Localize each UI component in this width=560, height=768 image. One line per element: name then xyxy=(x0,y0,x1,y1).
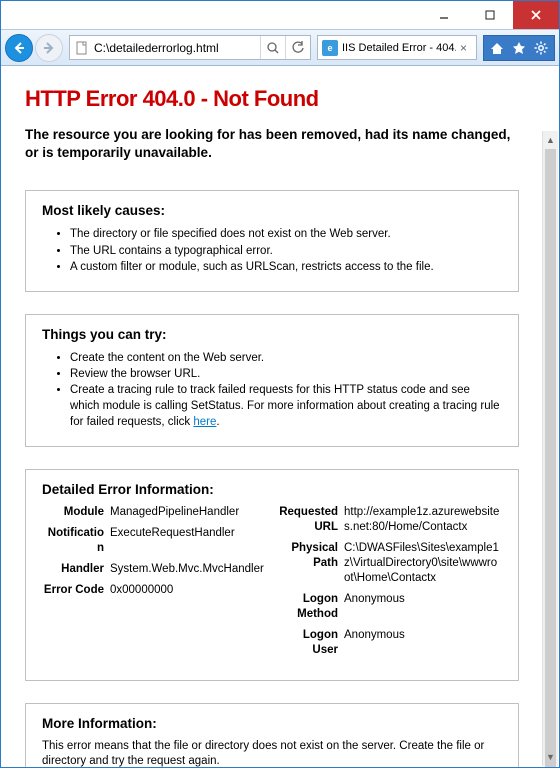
detail-row: Physical PathC:\DWASFiles\Sites\example1… xyxy=(276,541,502,586)
try-box: Things you can try: Create the content o… xyxy=(25,314,519,447)
back-button[interactable] xyxy=(5,34,33,62)
detail-row: Requested URLhttp://example1z.azurewebsi… xyxy=(276,505,502,535)
scroll-up-arrow[interactable]: ▲ xyxy=(543,131,558,149)
list-item: The URL contains a typographical error. xyxy=(70,243,502,259)
minimize-button[interactable] xyxy=(421,1,467,29)
causes-list: The directory or file specified does not… xyxy=(42,226,502,274)
detail-row: HandlerSystem.Web.Mvc.MvcHandler xyxy=(42,562,268,577)
scroll-down-arrow[interactable]: ▼ xyxy=(543,748,558,766)
tools-icon[interactable] xyxy=(534,41,548,55)
close-button[interactable] xyxy=(513,1,559,29)
tracing-link[interactable]: here xyxy=(193,416,216,428)
address-text[interactable]: C:\detailederrorlog.html xyxy=(94,41,260,55)
detail-row: ModuleManagedPipelineHandler xyxy=(42,505,268,520)
favorites-icon[interactable] xyxy=(512,41,526,55)
details-box: Detailed Error Information: ModuleManage… xyxy=(25,469,519,680)
details-left: ModuleManagedPipelineHandler Notificatio… xyxy=(42,505,268,663)
ie-icon: e xyxy=(322,40,338,56)
maximize-button[interactable] xyxy=(467,1,513,29)
try-heading: Things you can try: xyxy=(42,327,502,342)
list-item: Create the content on the Web server. xyxy=(70,350,502,366)
more-info-text: This error means that the file or direct… xyxy=(42,739,502,767)
more-info-heading: More Information: xyxy=(42,716,502,731)
scrollbar-thumb[interactable] xyxy=(545,149,556,767)
try-list: Create the content on the Web server. Re… xyxy=(42,350,502,430)
list-item: Create a tracing rule to track failed re… xyxy=(70,382,502,430)
list-item: A custom filter or module, such as URLSc… xyxy=(70,259,502,275)
refresh-button[interactable] xyxy=(286,41,310,55)
address-bar[interactable]: C:\detailederrorlog.html xyxy=(69,35,311,60)
detail-row: Logon UserAnonymous xyxy=(276,628,502,658)
home-icon[interactable] xyxy=(490,41,504,55)
vertical-scrollbar[interactable]: ▲ ▼ xyxy=(542,131,558,766)
causes-box: Most likely causes: The directory or fil… xyxy=(25,190,519,291)
tab-close-button[interactable]: × xyxy=(460,41,472,55)
window-titlebar xyxy=(1,1,559,29)
more-info-box: More Information: This error means that … xyxy=(25,703,519,767)
detail-row: NotificationExecuteRequestHandler xyxy=(42,526,268,556)
tab-active[interactable]: e IIS Detailed Error - 404.... × xyxy=(317,35,477,60)
list-item: The directory or file specified does not… xyxy=(70,226,502,242)
page-content: HTTP Error 404.0 - Not Found The resourc… xyxy=(1,66,543,767)
details-right: Requested URLhttp://example1z.azurewebsi… xyxy=(276,505,502,663)
causes-heading: Most likely causes: xyxy=(42,203,502,218)
tab-title: IIS Detailed Error - 404.... xyxy=(342,42,456,54)
error-title: HTTP Error 404.0 - Not Found xyxy=(25,86,519,112)
browser-toolbar: C:\detailederrorlog.html e IIS Detailed … xyxy=(1,29,559,66)
details-heading: Detailed Error Information: xyxy=(42,482,502,497)
detail-row: Error Code0x00000000 xyxy=(42,583,268,598)
list-item: Review the browser URL. xyxy=(70,366,502,382)
detail-row: Logon MethodAnonymous xyxy=(276,592,502,622)
command-bar xyxy=(483,35,555,61)
file-icon xyxy=(70,41,94,55)
tab-strip: e IIS Detailed Error - 404.... × xyxy=(317,35,477,60)
search-icon[interactable] xyxy=(261,41,285,55)
forward-button[interactable] xyxy=(35,34,63,62)
error-subtitle: The resource you are looking for has bee… xyxy=(25,126,519,162)
